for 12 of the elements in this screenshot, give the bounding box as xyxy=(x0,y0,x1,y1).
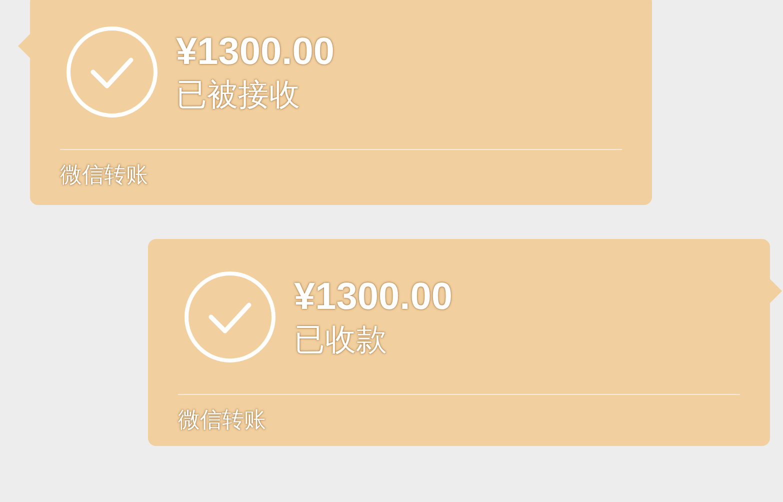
transfer-bubble[interactable]: ¥1300.00 已收款 微信转账 xyxy=(148,239,770,446)
bubble-tail xyxy=(770,279,782,303)
transfer-status: 已收款 xyxy=(294,321,388,360)
transfer-bubble[interactable]: ¥1300.00 已被接收 微信转账 xyxy=(30,0,652,205)
transfer-label: 微信转账 xyxy=(178,407,267,435)
transfer-amount: ¥1300.00 xyxy=(176,30,334,75)
check-circle-icon xyxy=(66,26,158,118)
transfer-amount: ¥1300.00 xyxy=(294,275,452,320)
check-circle-icon xyxy=(184,271,276,363)
transfer-label: 微信转账 xyxy=(60,162,149,190)
bubble-tail xyxy=(18,34,30,58)
transfer-status: 已被接收 xyxy=(176,76,301,115)
